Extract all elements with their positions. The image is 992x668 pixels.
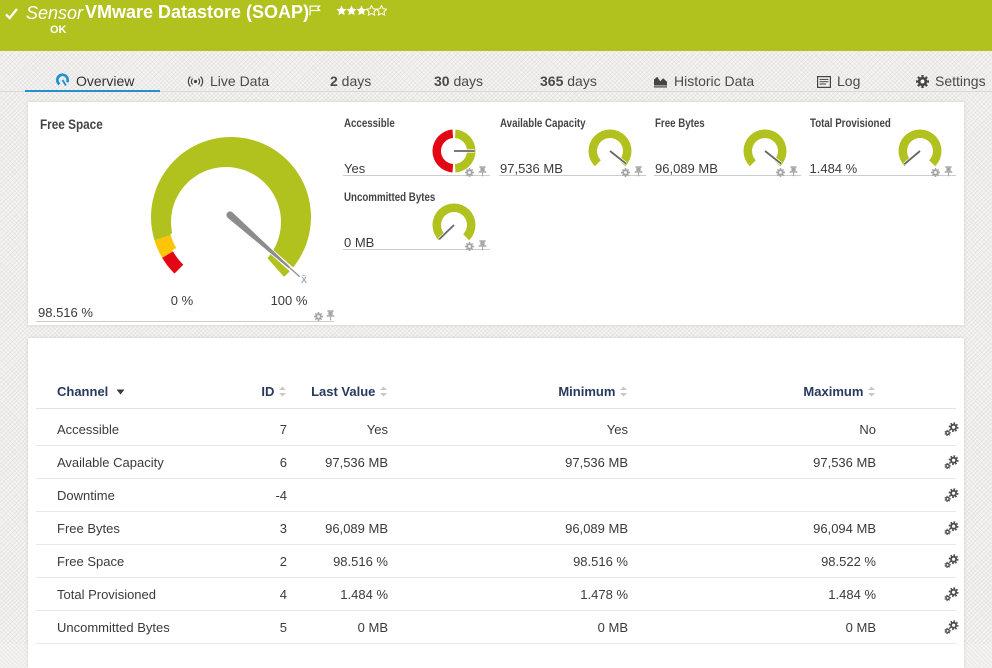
svg-text:x̄: x̄ <box>301 272 307 286</box>
